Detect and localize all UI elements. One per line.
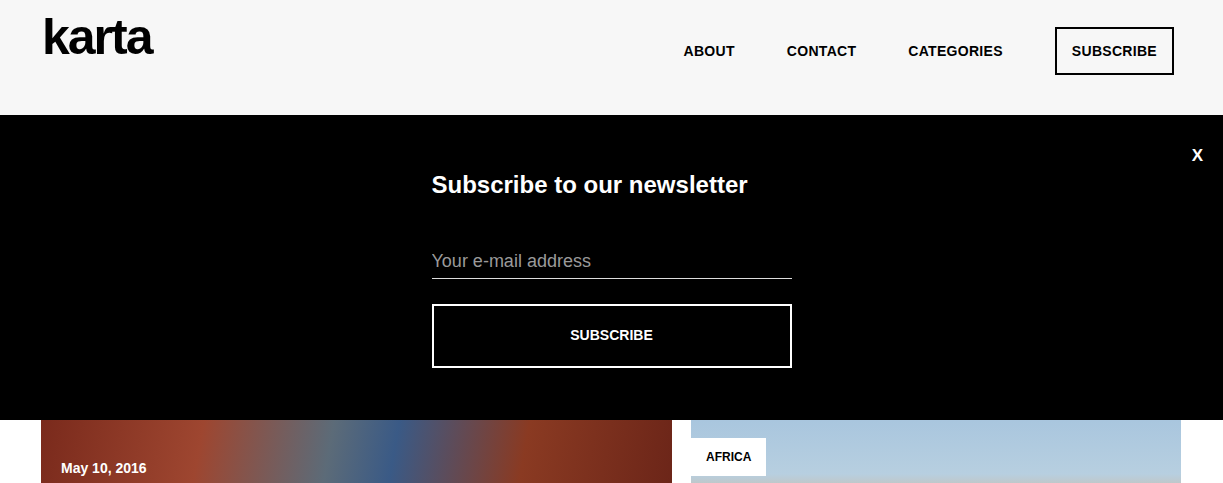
site-header: karta ABOUT CONTACT CATEGORIES SUBSCRIBE — [0, 0, 1223, 115]
subscribe-button[interactable]: SUBSCRIBE — [1055, 27, 1174, 75]
category-badge[interactable]: AFRICA — [691, 438, 766, 476]
close-button[interactable]: X — [1188, 143, 1207, 168]
post-card[interactable]: May 10, 2016 — [41, 420, 672, 483]
post-list: May 10, 2016 AFRICA — [0, 420, 1223, 483]
post-date: May 10, 2016 — [61, 460, 147, 476]
newsletter-title: Subscribe to our newsletter — [432, 171, 792, 200]
nav-link[interactable]: CATEGORIES — [908, 41, 1003, 62]
email-input[interactable] — [432, 248, 792, 279]
newsletter-panel: X Subscribe to our newsletter SUBSCRIBE — [0, 115, 1223, 420]
newsletter-form: Subscribe to our newsletter SUBSCRIBE — [432, 115, 792, 368]
nav-link[interactable]: ABOUT — [684, 41, 735, 62]
site-logo[interactable]: karta — [42, 12, 152, 62]
post-card[interactable]: AFRICA — [691, 420, 1181, 483]
main-nav: ABOUT CONTACT CATEGORIES SUBSCRIBE — [684, 0, 1174, 75]
nav-link[interactable]: CONTACT — [787, 41, 857, 62]
newsletter-subscribe-button[interactable]: SUBSCRIBE — [432, 304, 792, 368]
